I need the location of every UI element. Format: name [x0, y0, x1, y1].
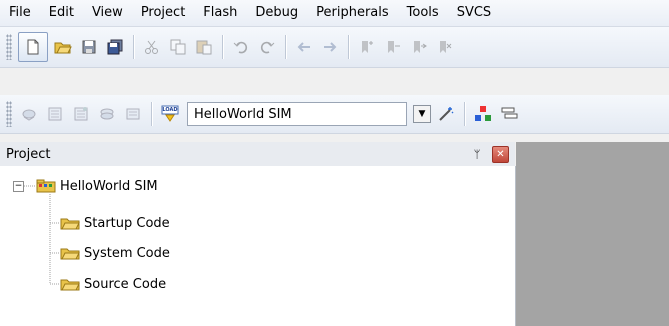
new-file-icon	[27, 39, 39, 55]
tree-group[interactable]: System Code	[60, 243, 170, 263]
back-button[interactable]	[293, 36, 315, 58]
redo-button[interactable]	[256, 36, 278, 58]
bookmark-next-icon	[414, 41, 427, 53]
open-folder-icon	[54, 42, 72, 54]
menu-svcs[interactable]: SVCS	[448, 0, 500, 26]
save-button[interactable]	[78, 36, 100, 58]
tree-root-label: HelloWorld SIM	[60, 178, 158, 194]
magic-wand-icon	[439, 107, 454, 121]
bookmark-prev-icon	[388, 41, 400, 53]
project-pane-header: Project ᛘ ✕	[0, 142, 515, 167]
bookmark-button[interactable]	[356, 36, 378, 58]
build-button[interactable]	[44, 103, 66, 125]
paste-icon	[196, 40, 212, 55]
paste-button[interactable]	[193, 36, 215, 58]
cut-icon	[145, 40, 158, 54]
build-toolbar: LOAD HelloWorld SIM ▼	[0, 95, 669, 134]
batch-build-icon	[100, 108, 114, 120]
load-label: LOAD	[162, 107, 178, 113]
project-root-icon	[36, 179, 56, 193]
undo-icon	[233, 41, 248, 54]
tree-group[interactable]: Startup Code	[60, 213, 170, 233]
menu-debug[interactable]: Debug	[246, 0, 307, 26]
build-icon	[48, 107, 62, 121]
toolbar-separator	[348, 35, 349, 59]
save-all-icon	[107, 39, 123, 55]
menu-peripherals[interactable]: Peripherals	[307, 0, 398, 26]
toolbar-separator	[151, 102, 152, 126]
pack-installer-button[interactable]	[498, 103, 520, 125]
copy-button[interactable]	[167, 36, 189, 58]
back-icon	[297, 42, 310, 52]
target-select-value: HelloWorld SIM	[194, 106, 292, 122]
project-pane-title: Project	[6, 146, 51, 162]
folder-icon	[60, 279, 80, 291]
menu-flash[interactable]: Flash	[194, 0, 246, 26]
editor-workspace	[516, 142, 669, 326]
menu-project[interactable]: Project	[132, 0, 194, 26]
new-file-button[interactable]	[18, 32, 48, 62]
tree-group-label: System Code	[84, 245, 170, 261]
rebuild-icon	[74, 107, 88, 121]
tree-root[interactable]: HelloWorld SIM	[36, 176, 158, 196]
chevron-down-icon: ▼	[418, 109, 426, 119]
copy-icon	[170, 39, 186, 55]
stop-build-icon	[126, 108, 140, 120]
redo-icon	[260, 41, 275, 54]
collapse-toggle[interactable]: −	[13, 181, 24, 192]
menu-tools[interactable]: Tools	[398, 0, 448, 26]
tree-group-label: Startup Code	[84, 215, 170, 231]
toolbar-grip[interactable]	[6, 101, 12, 127]
menu-edit[interactable]: Edit	[40, 0, 83, 26]
manage-components-button[interactable]	[472, 103, 494, 125]
download-button[interactable]: LOAD	[159, 103, 181, 125]
translate-icon	[22, 109, 36, 121]
file-toolbar	[0, 27, 669, 68]
translate-button[interactable]	[18, 103, 40, 125]
bookmark-prev-button[interactable]	[382, 36, 404, 58]
forward-icon	[324, 42, 337, 52]
menu-view[interactable]: View	[83, 0, 132, 26]
toolbar-separator	[285, 35, 286, 59]
bookmark-clear-button[interactable]	[434, 36, 456, 58]
menu-file[interactable]: File	[0, 0, 40, 26]
close-icon[interactable]: ✕	[492, 145, 509, 163]
open-button[interactable]	[52, 36, 74, 58]
folder-icon	[60, 218, 80, 230]
toolbar-separator	[133, 35, 134, 59]
folder-icon	[60, 248, 80, 260]
pin-icon[interactable]: ᛘ	[470, 148, 484, 161]
bookmark-next-button[interactable]	[408, 36, 430, 58]
tree-group-label: Source Code	[84, 276, 167, 292]
bookmark-clear-icon	[440, 41, 452, 53]
cut-button[interactable]	[141, 36, 163, 58]
target-select[interactable]: HelloWorld SIM	[187, 102, 407, 126]
forward-button[interactable]	[319, 36, 341, 58]
pack-icon	[501, 107, 518, 119]
rebuild-button[interactable]	[70, 103, 92, 125]
toolbar-grip[interactable]	[6, 34, 12, 60]
target-options-button[interactable]	[435, 103, 457, 125]
bookmark-icon	[362, 41, 373, 53]
undo-button[interactable]	[230, 36, 252, 58]
menu-bar: File Edit View Project Flash Debug Perip…	[0, 0, 669, 27]
stop-build-button[interactable]	[122, 103, 144, 125]
project-tree: − HelloWorld SIM Startup Code System Cod…	[0, 166, 516, 326]
toolbar-separator	[464, 102, 465, 126]
components-icon	[475, 106, 491, 121]
save-icon	[82, 40, 96, 54]
toolbar-separator	[222, 35, 223, 59]
save-all-button[interactable]	[104, 36, 126, 58]
batch-build-button[interactable]	[96, 103, 118, 125]
tree-group[interactable]: Source Code	[60, 274, 166, 294]
target-dropdown-button[interactable]: ▼	[413, 105, 431, 123]
